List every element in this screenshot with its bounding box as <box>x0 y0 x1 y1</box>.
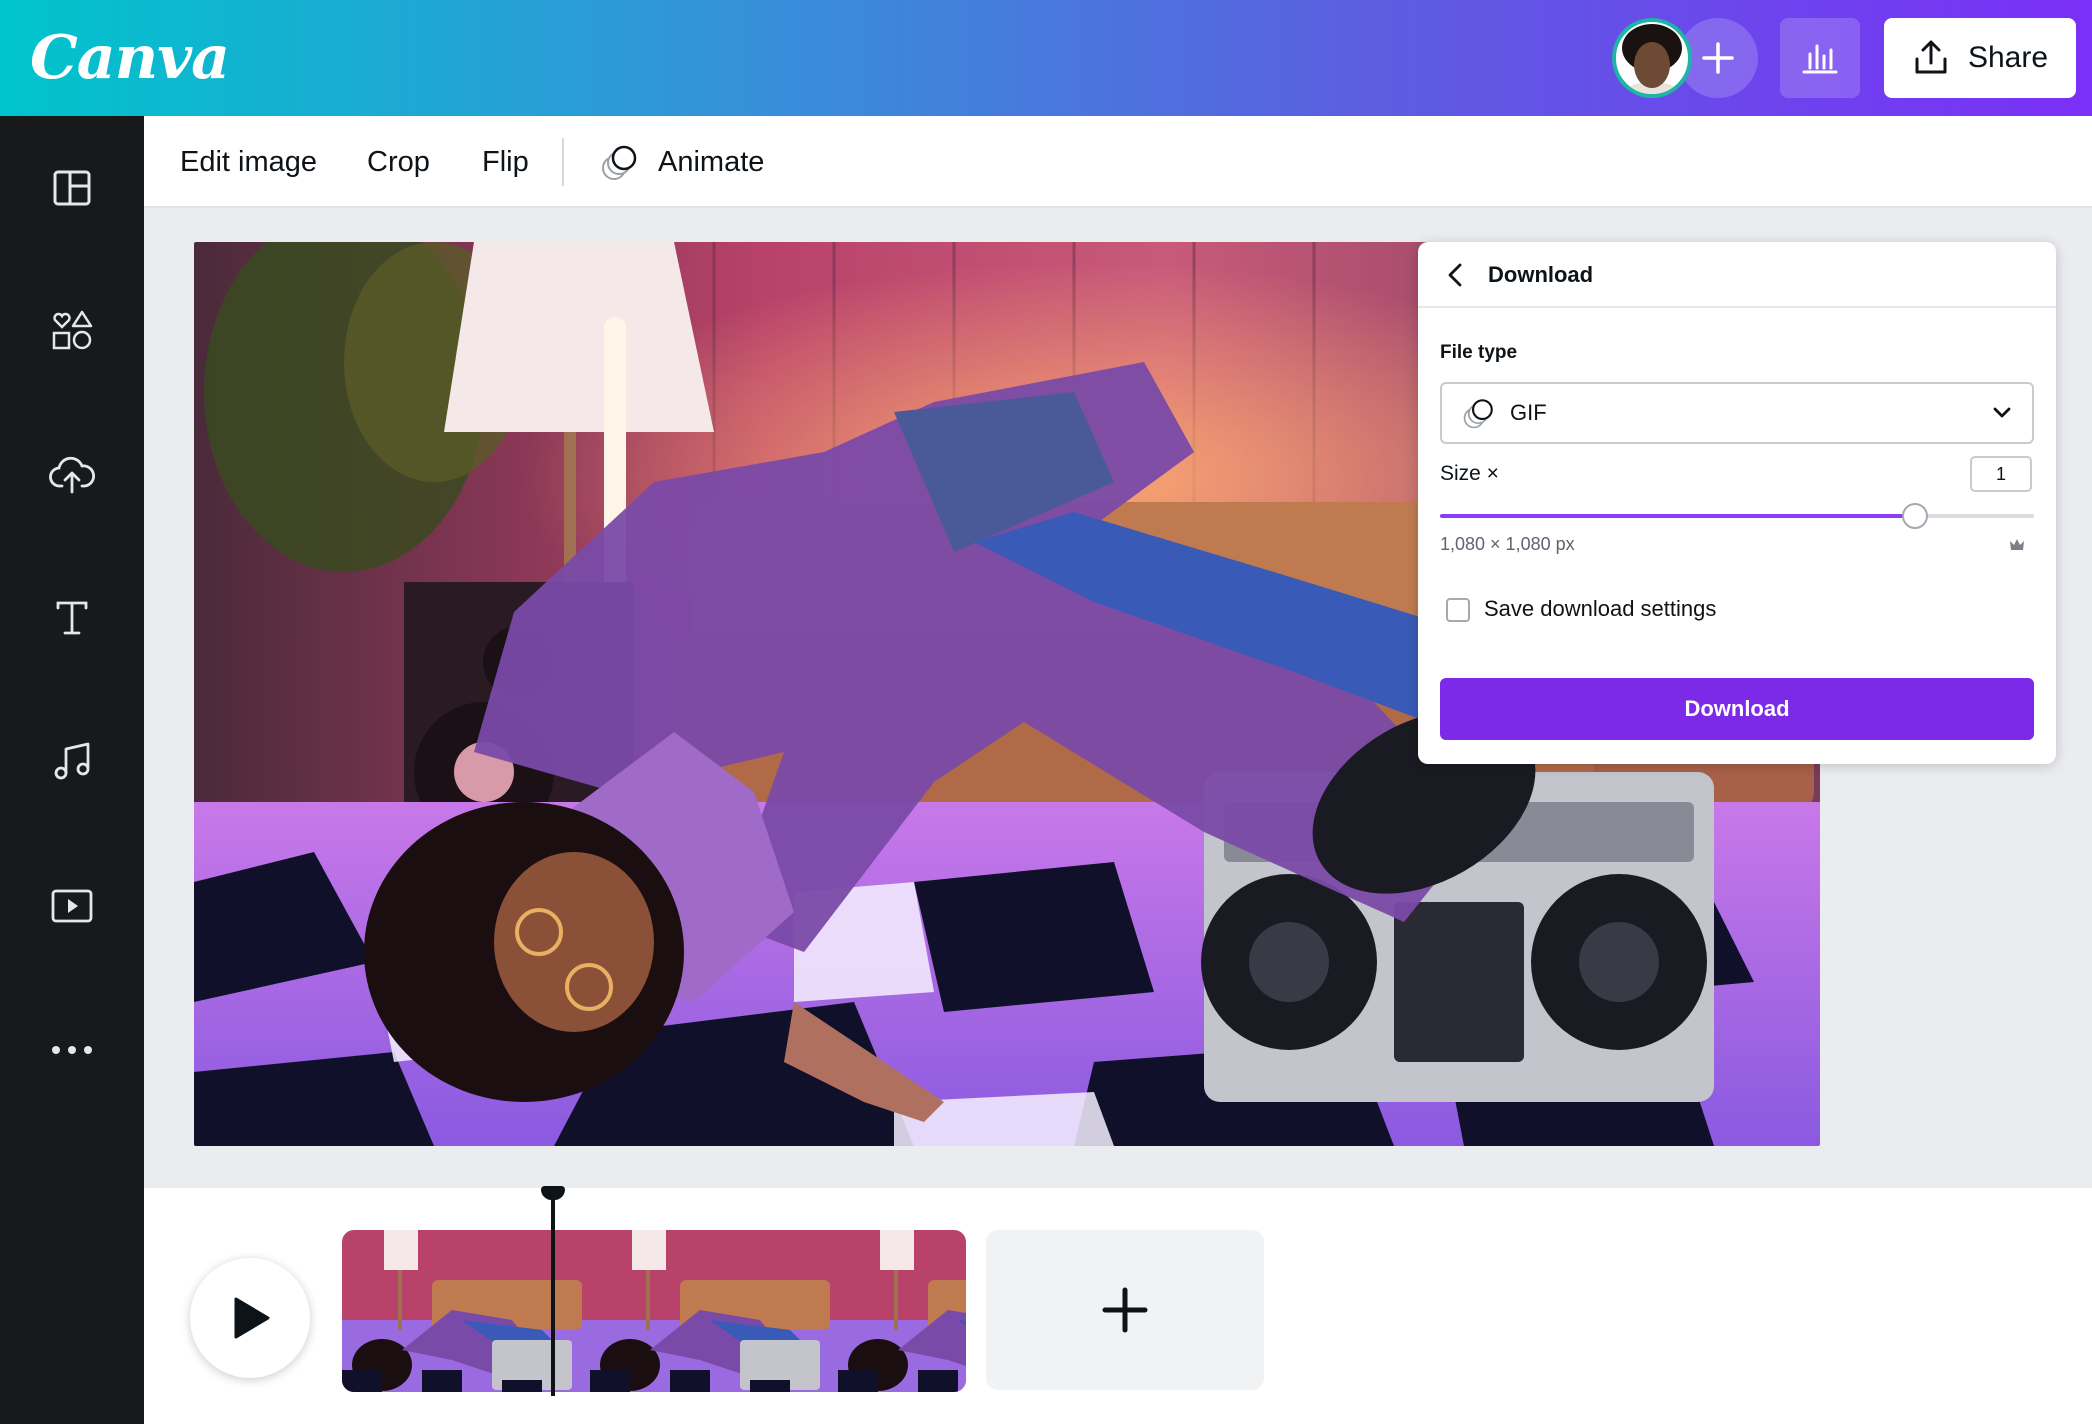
templates-icon <box>53 170 91 206</box>
download-button[interactable]: Download <box>1440 678 2034 740</box>
clip-thumbnails <box>342 1230 966 1392</box>
audio-icon <box>54 742 90 780</box>
sidebar-item-videos[interactable] <box>44 878 100 934</box>
plus-icon <box>1102 1287 1148 1333</box>
add-page-button[interactable] <box>986 1230 1264 1390</box>
avatar[interactable] <box>1612 18 1692 98</box>
save-settings-label: Save download settings <box>1484 596 1717 621</box>
sidebar-item-templates[interactable] <box>44 160 100 216</box>
sidebar-item-text[interactable] <box>44 590 100 646</box>
size-slider[interactable] <box>1440 503 2034 529</box>
videos-icon <box>51 889 93 923</box>
toolbar-divider <box>562 138 564 186</box>
file-type-value: GIF <box>1510 400 1547 425</box>
sidebar <box>0 116 144 1424</box>
sidebar-item-uploads[interactable] <box>44 446 100 502</box>
sidebar-item-more[interactable] <box>44 1022 100 1078</box>
play-button[interactable] <box>190 1258 310 1378</box>
size-label: Size × <box>1440 462 1499 485</box>
crown-icon <box>2010 539 2024 550</box>
sidebar-item-audio[interactable] <box>44 734 100 790</box>
download-panel-header: Download <box>1418 242 2056 308</box>
animate-icon <box>602 145 637 180</box>
animate-button[interactable]: Animate <box>600 116 764 208</box>
plus-icon <box>1702 42 1734 74</box>
insights-button[interactable] <box>1780 18 1860 98</box>
elements-icon <box>52 310 93 350</box>
share-icon <box>1915 40 1947 74</box>
save-settings-checkbox[interactable] <box>1446 598 1470 622</box>
size-input[interactable]: 1 <box>1970 456 2032 492</box>
download-panel: Download File type GIF Size × 1 1,080 × … <box>1418 242 2056 764</box>
top-bar: Canva Share <box>0 0 2092 116</box>
text-icon <box>56 601 88 635</box>
flip-button[interactable]: Flip <box>482 116 529 208</box>
share-label: Share <box>1967 41 2049 74</box>
play-icon <box>234 1297 270 1339</box>
edit-image-button[interactable]: Edit image <box>180 116 317 208</box>
file-type-label: File type <box>1440 342 1518 363</box>
size-slider-handle[interactable] <box>1902 503 1929 529</box>
crop-button[interactable]: Crop <box>367 116 430 208</box>
size-slider-fill <box>1440 514 1916 518</box>
chevron-down-icon <box>1993 407 2011 418</box>
timeline-clip[interactable] <box>342 1230 966 1392</box>
insights-icon <box>1802 44 1838 74</box>
back-chevron-icon <box>1448 263 1462 287</box>
share-button[interactable]: Share <box>1884 18 2076 98</box>
animate-icon <box>1463 399 1493 429</box>
download-panel-title: Download <box>1488 262 1594 287</box>
dimensions-readout: 1,080 × 1,080 px <box>1440 534 1575 554</box>
playhead[interactable] <box>551 1186 555 1396</box>
back-button[interactable] <box>1440 260 1470 290</box>
uploads-icon <box>49 456 95 494</box>
context-toolbar: Edit image Crop Flip Animate <box>144 116 2092 208</box>
animate-label: Animate <box>658 145 765 178</box>
sidebar-item-elements[interactable] <box>44 302 100 358</box>
file-type-select[interactable]: GIF <box>1440 382 2034 444</box>
canva-logo[interactable]: Canva <box>30 14 230 102</box>
more-icon <box>52 1046 92 1054</box>
